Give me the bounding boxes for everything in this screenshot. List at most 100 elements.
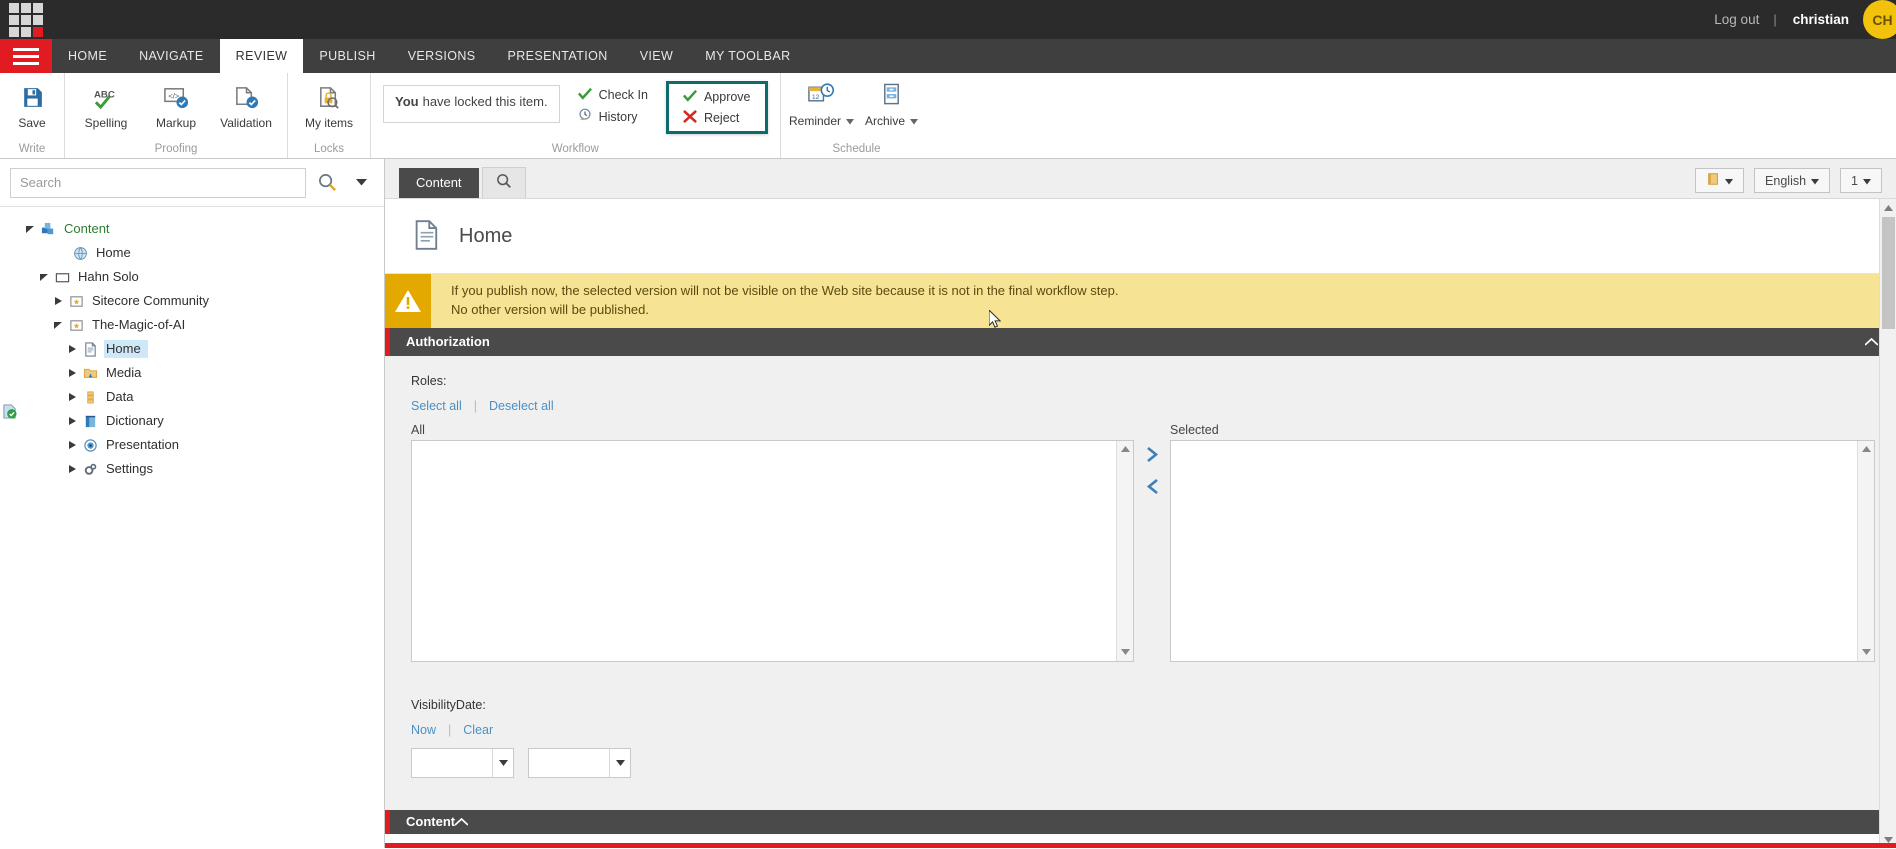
tree-node-label: Media [104,364,148,382]
triangle-up-icon[interactable] [1858,441,1875,458]
validation-button[interactable]: Validation [211,79,281,134]
ribbon-tab-navigate[interactable]: NAVIGATE [123,39,220,73]
tab-search[interactable] [482,167,526,198]
chevron-left-icon[interactable] [1146,479,1159,497]
tree-node-home-selected[interactable]: Home [0,337,384,361]
search-input[interactable] [10,168,306,198]
expander-collapsed-icon[interactable] [64,345,80,354]
section-header-authorization[interactable]: Authorization [385,328,1896,356]
all-roles-listbox[interactable] [411,440,1134,662]
search-options-chevron-down-icon[interactable] [348,179,374,186]
chevron-down-icon[interactable] [910,114,918,128]
clear-link[interactable]: Clear [463,723,493,737]
lock-status-owner: You [395,94,419,109]
expander-collapsed-icon[interactable] [64,417,80,426]
save-button[interactable]: Save [6,79,58,134]
username-label[interactable]: christian [1777,12,1863,27]
check-green-icon [578,87,592,103]
expander-collapsed-icon[interactable] [64,465,80,474]
tree-node-sitecore-community[interactable]: Sitecore Community [0,289,384,313]
selected-roles-scrollbar[interactable] [1857,441,1874,661]
links-divider: | [474,399,477,413]
version-selector[interactable]: 1 [1840,168,1882,193]
all-roles-scrollbar[interactable] [1116,441,1133,661]
document-scrollbar[interactable] [1879,199,1896,848]
content-tree-pane: Content Home Hahn Solo Sitecore Communit… [0,159,385,848]
tree-node-the-magic-of-ai[interactable]: The-Magic-of-AI [0,313,384,337]
chevron-down-icon[interactable] [846,114,854,128]
ribbon-tab-view[interactable]: VIEW [624,39,690,73]
logout-link[interactable]: Log out [1700,12,1773,27]
triangle-up-icon[interactable] [1117,441,1134,458]
expander-expanded-icon[interactable] [22,225,38,234]
expander-collapsed-icon[interactable] [64,369,80,378]
ribbon-tab-presentation[interactable]: PRESENTATION [492,39,624,73]
date-input[interactable] [412,749,492,777]
ribbon-tab-publish[interactable]: PUBLISH [303,39,391,73]
selected-roles-listbox[interactable] [1170,440,1875,662]
search-magnifier-icon[interactable] [314,173,340,192]
ribbon-tab-review[interactable]: REVIEW [220,39,304,73]
expander-collapsed-icon[interactable] [64,393,80,402]
now-link[interactable]: Now [411,723,436,737]
sitecore-grid-logo[interactable] [9,3,43,37]
time-dropdown-triangle-down-icon[interactable] [609,749,630,777]
publish-warning-line1: If you publish now, the selected version… [451,282,1118,301]
hamburger-menu-icon[interactable] [0,39,52,73]
deselect-all-link[interactable]: Deselect all [489,399,554,413]
history-button[interactable]: History [574,107,652,126]
markup-label: Markup [156,116,196,130]
tree-node-hahn-solo[interactable]: Hahn Solo [0,265,384,289]
date-picker[interactable] [411,748,514,778]
folder-square-icon [52,270,72,285]
expander-collapsed-icon[interactable] [50,297,66,306]
reminder-button[interactable]: 12 Reminder [787,77,857,132]
all-roles-list[interactable] [412,441,1116,661]
reject-button[interactable]: Reject [679,109,755,127]
expander-collapsed-icon[interactable] [64,441,80,450]
date-dropdown-triangle-down-icon[interactable] [492,749,513,777]
content-editor-toolbar-right: English 1 [1695,168,1882,193]
tree-node-label: Home [94,244,138,262]
language-selector[interactable]: English [1754,168,1830,193]
my-items-button[interactable]: My items [294,79,364,134]
chevron-right-icon[interactable] [1146,447,1159,465]
section-header-content[interactable]: Content [385,810,1896,834]
tree-node-data[interactable]: Data [0,385,384,409]
expander-expanded-icon[interactable] [50,321,66,330]
ribbon-tab-home[interactable]: HOME [52,39,123,73]
triangle-down-icon[interactable] [1117,644,1134,661]
scroll-up-triangle-up-icon[interactable] [1880,199,1896,216]
document-scrollbar-thumb[interactable] [1882,217,1895,329]
tree-node-media[interactable]: Media [0,361,384,385]
spelling-button[interactable]: ABC Spelling [71,79,141,134]
check-in-button[interactable]: Check In [574,86,652,104]
ribbon-tab-my-toolbar[interactable]: MY TOOLBAR [689,39,806,73]
home-globe-icon [70,246,90,261]
check-in-label: Check In [599,88,648,102]
approve-button[interactable]: Approve [679,88,755,106]
tree-node-settings[interactable]: Settings [0,457,384,481]
tree-node-presentation[interactable]: Presentation [0,433,384,457]
ribbon-tab-versions[interactable]: VERSIONS [392,39,492,73]
chevron-up-icon[interactable] [455,814,468,829]
ribbon-group-locks-label: Locks [288,142,370,158]
triangle-down-icon[interactable] [1858,644,1875,661]
item-language-book-button[interactable] [1695,168,1744,193]
visibility-date-label: VisibilityDate: [411,698,1896,723]
selected-roles-list[interactable] [1171,441,1857,661]
markup-button[interactable]: </> Markup [141,79,211,134]
chevron-up-icon[interactable] [1865,328,1878,356]
language-label: English [1765,174,1806,188]
time-input[interactable] [529,749,609,777]
expander-expanded-icon[interactable] [36,273,52,282]
avatar[interactable]: CH [1863,0,1896,39]
archive-button[interactable]: Archive [857,77,927,132]
tree-node-home-root[interactable]: Home [0,241,384,265]
tree-node-content[interactable]: Content [0,217,384,241]
select-all-link[interactable]: Select all [411,399,462,413]
content-editor-pane: Content English 1 [385,159,1896,848]
time-picker[interactable] [528,748,631,778]
tab-content[interactable]: Content [399,168,479,198]
tree-node-dictionary[interactable]: Dictionary [0,409,384,433]
